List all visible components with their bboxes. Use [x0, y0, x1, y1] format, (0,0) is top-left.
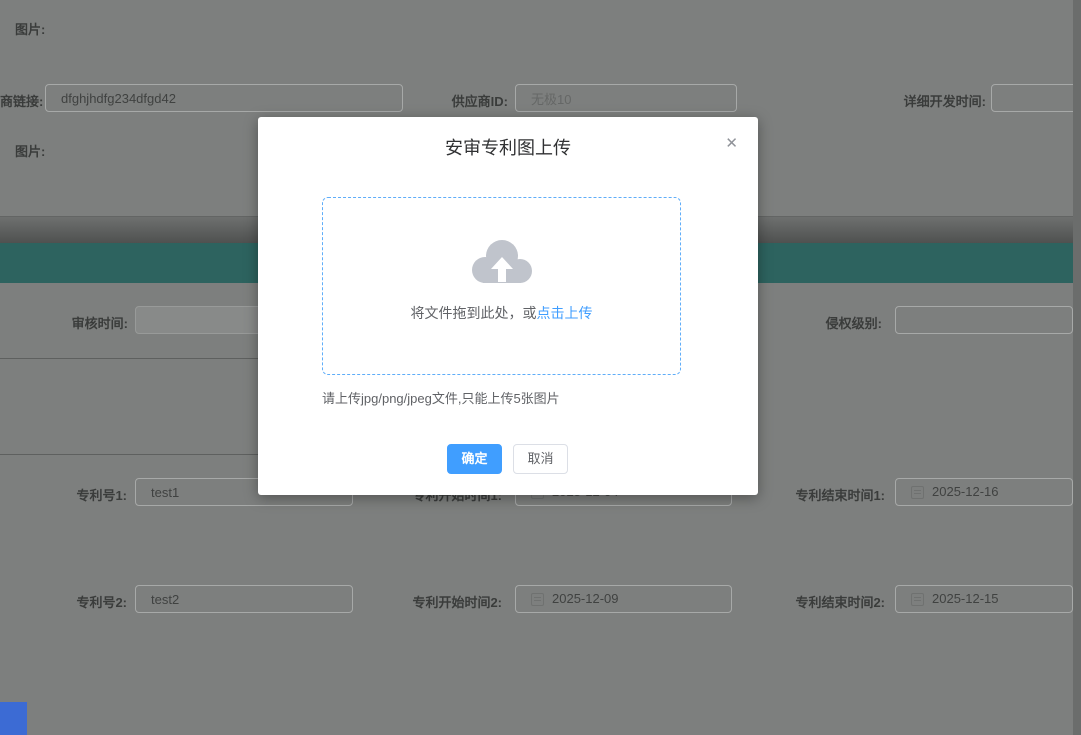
- confirm-button[interactable]: 确定: [447, 444, 502, 474]
- patent-end-2-datepicker[interactable]: 2025-12-15: [895, 585, 1073, 613]
- cloud-upload-icon: [323, 238, 680, 291]
- patent-end-2-label: 专利结束时间2:: [795, 595, 885, 610]
- dialog-title: 安审专利图上传: [445, 138, 571, 158]
- image-field-label-2: 图片:: [15, 144, 46, 159]
- image-field-label: 图片:: [15, 22, 46, 37]
- patent-end-1-value: 2025-12-16: [932, 484, 999, 499]
- supplier-id-label: 供应商ID:: [451, 94, 508, 109]
- upload-dialog: 安审专利图上传 ✕ 将文件拖到此处，或点击上传 请上传jpg/png/jpeg文…: [258, 117, 758, 495]
- screen: 图片: 商链接: 供应商ID: 详细开发时间: 图片: 审核时间: 侵权级别: …: [0, 0, 1081, 735]
- close-icon[interactable]: ✕: [725, 136, 738, 151]
- upload-tip: 请上传jpg/png/jpeg文件,只能上传5张图片: [322, 391, 560, 406]
- dev-time-input[interactable]: [991, 84, 1081, 112]
- click-upload-link[interactable]: 点击上传: [537, 305, 593, 321]
- calendar-icon: [911, 592, 924, 606]
- cancel-button[interactable]: 取消: [513, 444, 568, 474]
- patent-no-2-input[interactable]: [135, 585, 353, 613]
- patent-end-1-label: 专利结束时间1:: [795, 488, 885, 503]
- infringe-level-input[interactable]: [895, 306, 1073, 334]
- drag-hint-text: 将文件拖到此处，或点击上传: [323, 303, 680, 323]
- infringe-level-label: 侵权级别:: [825, 316, 882, 331]
- patent-end-1-datepicker[interactable]: 2025-12-16: [895, 478, 1073, 506]
- upload-dropzone[interactable]: 将文件拖到此处，或点击上传: [322, 197, 681, 375]
- calendar-icon: [531, 592, 544, 606]
- bottom-left-accent-button[interactable]: [0, 702, 27, 735]
- patent-start-2-value: 2025-12-09: [552, 591, 619, 606]
- supplier-link-label: 商链接:: [0, 94, 44, 109]
- patent-start-2-label: 专利开始时间2:: [412, 595, 502, 610]
- patent-start-2-datepicker[interactable]: 2025-12-09: [515, 585, 732, 613]
- review-time-label: 审核时间:: [71, 316, 128, 331]
- patent-end-2-value: 2025-12-15: [932, 591, 999, 606]
- supplier-id-input[interactable]: [515, 84, 737, 112]
- patent-no-2-label: 专利号2:: [76, 595, 127, 610]
- supplier-link-input[interactable]: [45, 84, 403, 112]
- scrollbar-track[interactable]: [1073, 0, 1081, 735]
- dev-time-label: 详细开发时间:: [903, 94, 986, 109]
- drag-hint-prefix: 将文件拖到此处，或: [410, 305, 537, 321]
- calendar-icon: [911, 485, 924, 499]
- patent-no-1-label: 专利号1:: [76, 488, 127, 503]
